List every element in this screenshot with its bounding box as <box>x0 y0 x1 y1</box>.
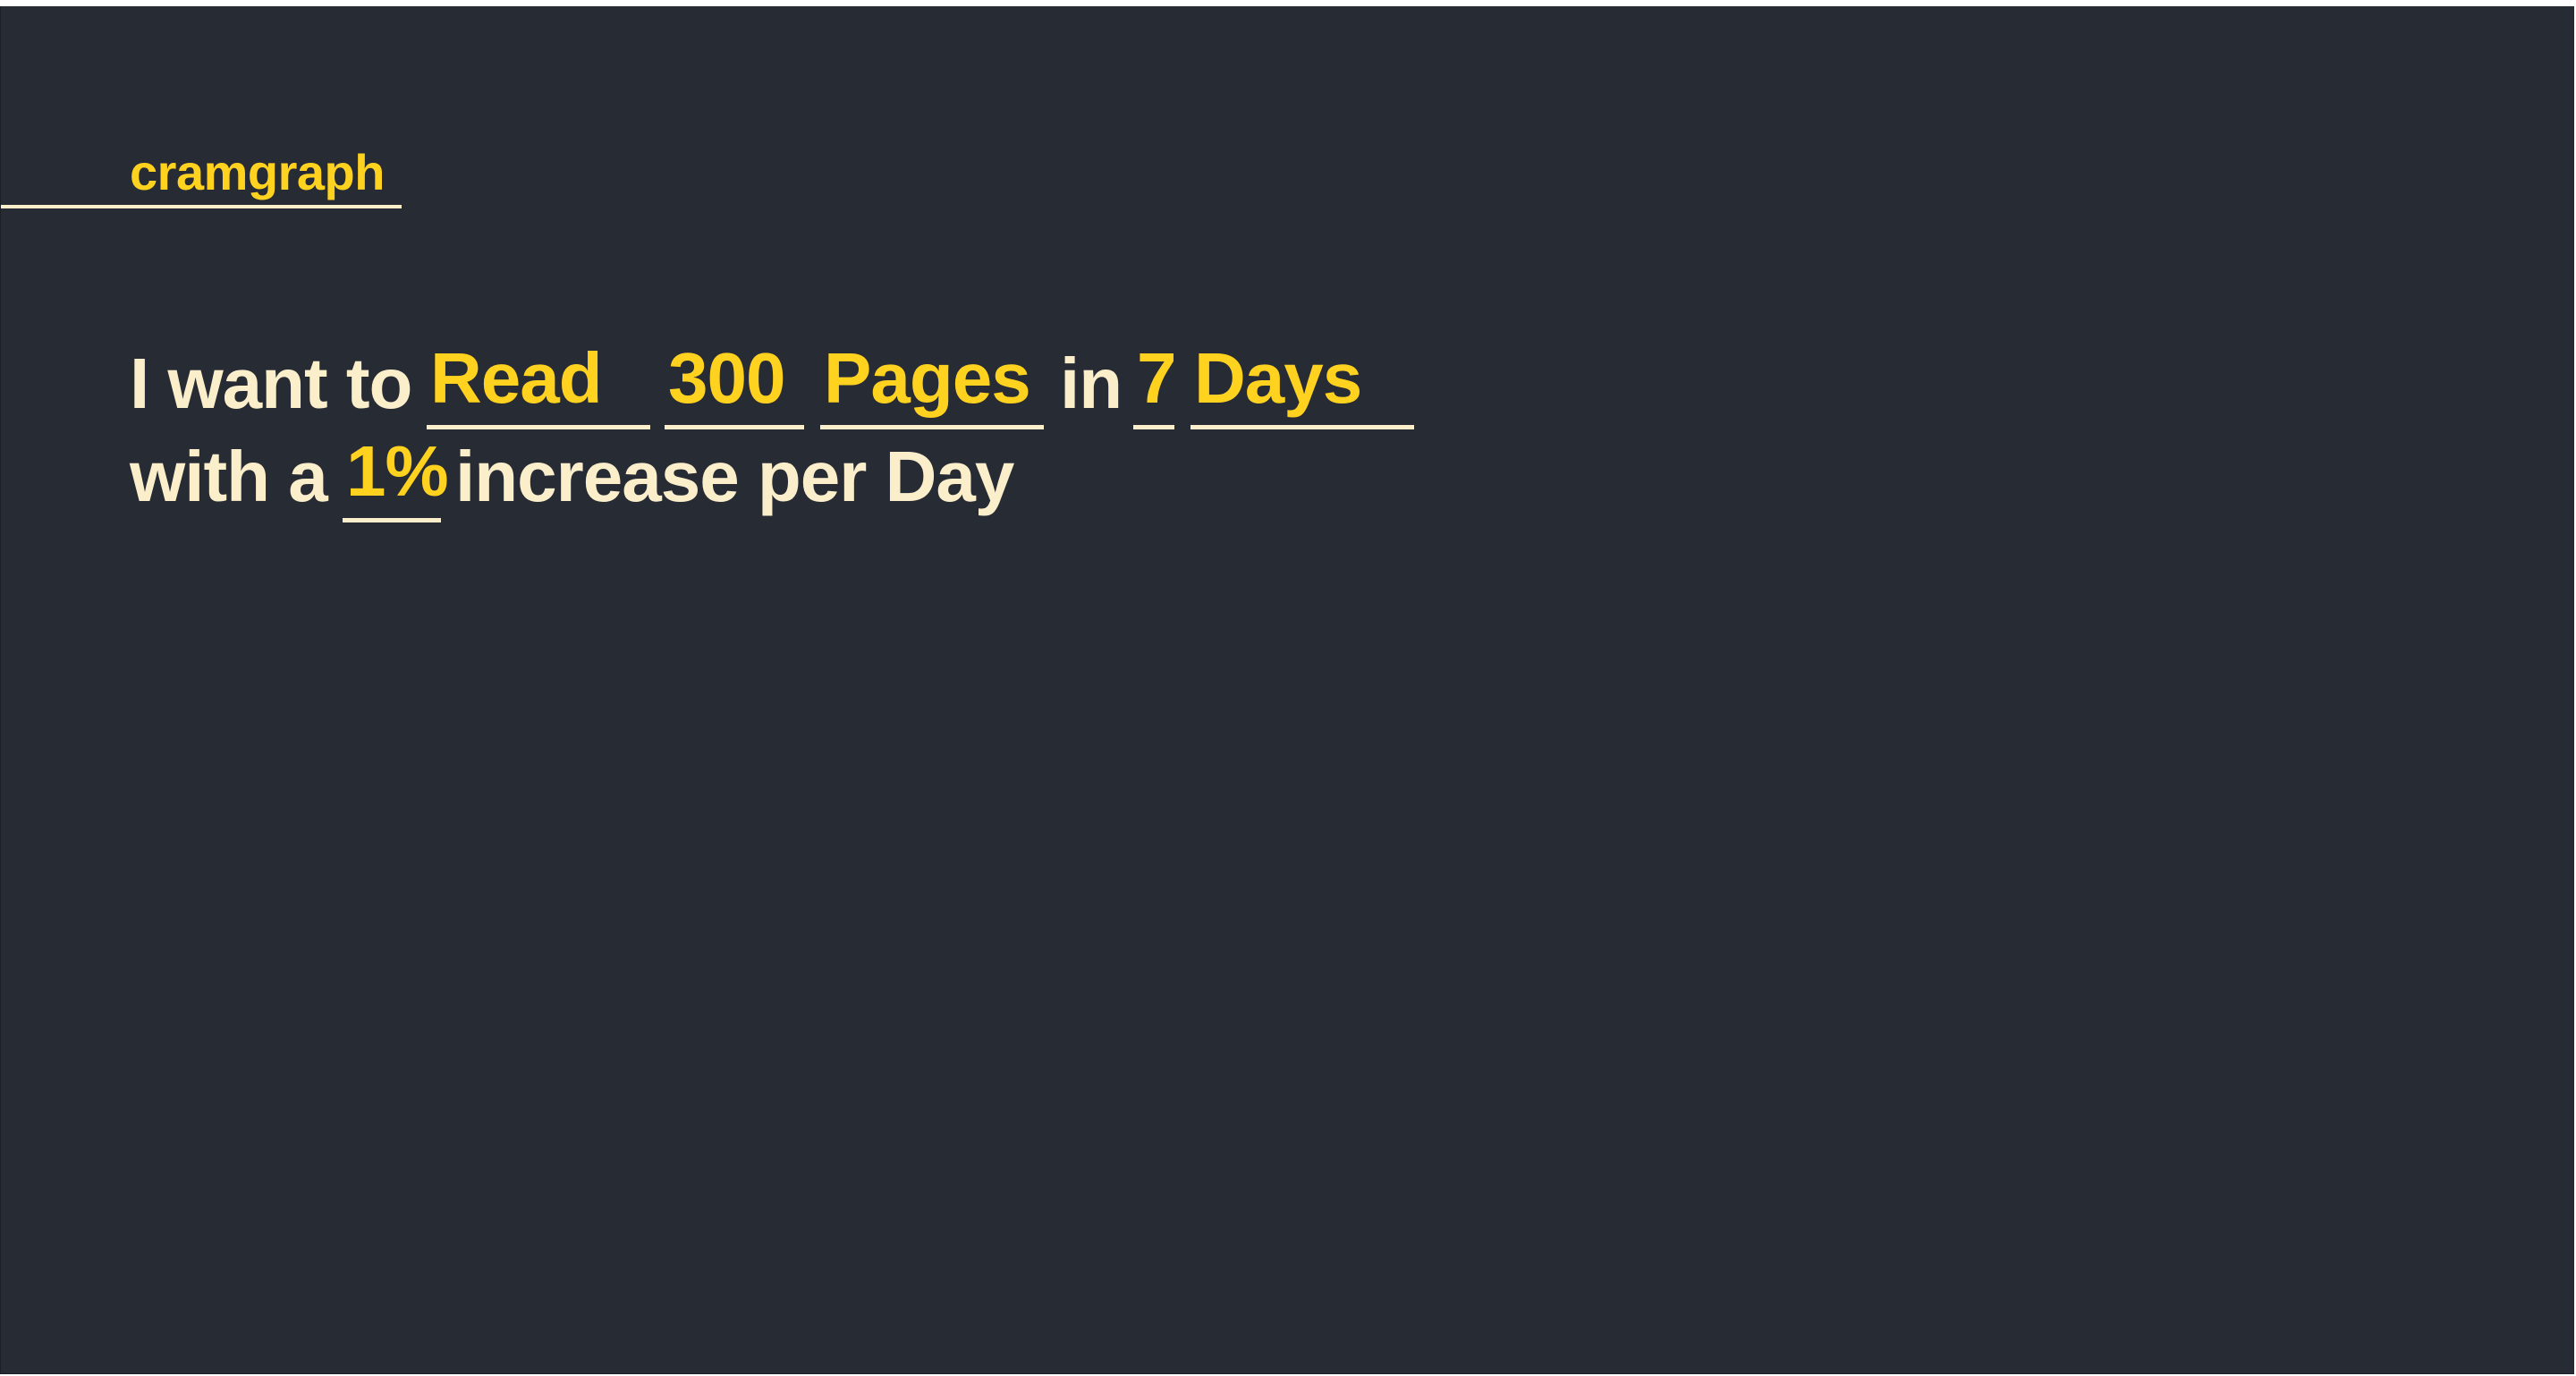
action-field[interactable]: Read <box>427 337 650 429</box>
increase-value: 1% <box>346 431 449 511</box>
duration-value: 7 <box>1137 338 1176 418</box>
duration-unit-value: Days <box>1194 338 1362 418</box>
unit-value: Pages <box>824 338 1031 418</box>
in-text: in <box>1060 344 1123 423</box>
app-window: cramgraph I want to Read 300 Pages in 7 … <box>0 6 2574 1374</box>
duration-field[interactable]: 7 <box>1133 337 1176 429</box>
amount-value: 300 <box>668 338 785 418</box>
with-text: with a <box>130 437 328 516</box>
goal-sentence: I want to Read 300 Pages in 7 Days with … <box>130 6 2455 543</box>
increase-field[interactable]: 1% <box>343 430 449 522</box>
unit-field[interactable]: Pages <box>820 337 1044 429</box>
amount-field[interactable]: 300 <box>665 337 804 429</box>
action-value: Read <box>430 338 603 418</box>
increase-suffix-text: increase per Day <box>455 437 1014 516</box>
intro-text: I want to <box>130 344 412 423</box>
duration-unit-field[interactable]: Days <box>1191 337 1414 429</box>
